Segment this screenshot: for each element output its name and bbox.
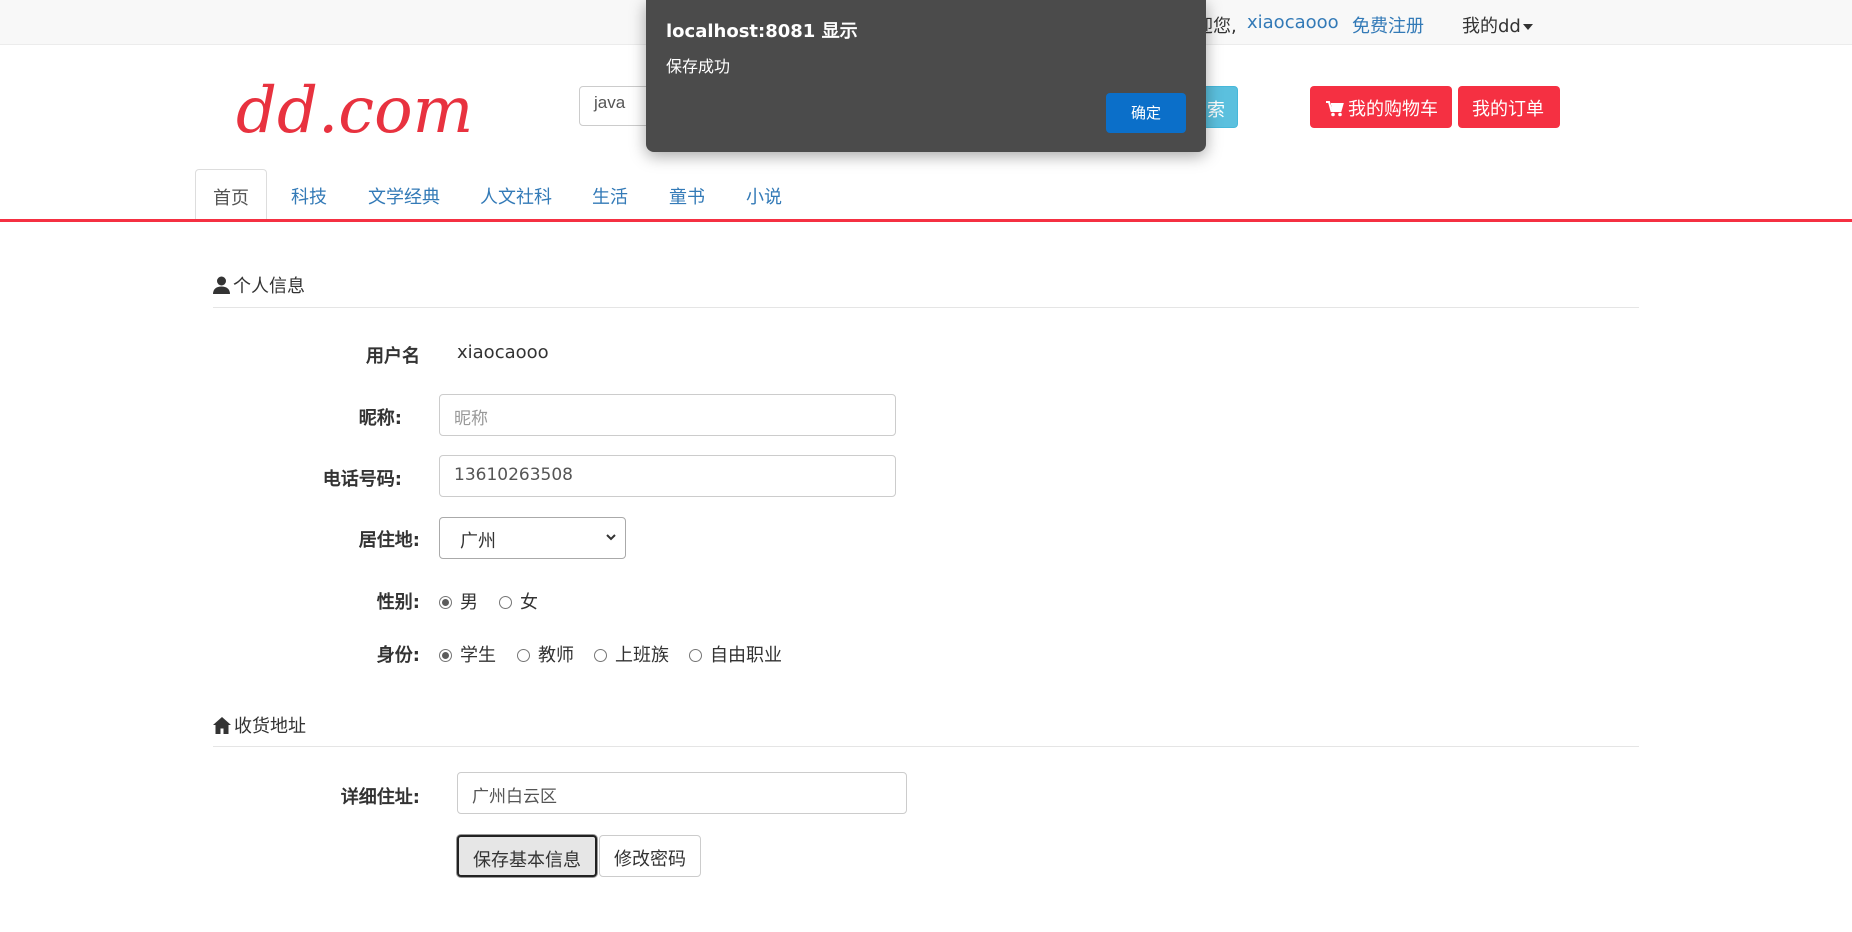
search-button-label: 索 <box>1207 100 1225 121</box>
detail-address-label: 详细住址: <box>340 787 420 808</box>
address-section-rule <box>213 746 1639 747</box>
nav-divider <box>0 219 1852 222</box>
profile-section-rule <box>213 307 1639 308</box>
orders-label: 我的订单 <box>1472 99 1544 120</box>
phone-field[interactable]: 13610263508 <box>439 455 896 497</box>
alert-dialog: localhost:8081 显示 保存成功 确定 <box>646 0 1206 152</box>
chevron-down-icon <box>606 534 616 541</box>
identity-option-label: 教师 <box>538 645 574 666</box>
cart-button[interactable]: 我的购物车 <box>1310 86 1452 128</box>
detail-address-field[interactable]: 广州白云区 <box>457 772 907 814</box>
identity-label: 身份: <box>376 645 420 666</box>
gender-label: 性别: <box>376 592 420 613</box>
identity-option-label: 学生 <box>460 645 496 666</box>
my-dd-dropdown[interactable]: 我的dd <box>1462 12 1533 38</box>
identity-option-office-worker[interactable]: 上班族 <box>594 641 669 667</box>
caret-down-icon <box>1522 24 1533 30</box>
address-title: 收货地址 <box>234 716 306 737</box>
radio-icon <box>439 596 452 609</box>
tab-humanities[interactable]: 人文社科 <box>480 169 552 221</box>
tab-literature[interactable]: 文学经典 <box>368 169 440 221</box>
identity-option-label: 上班族 <box>615 645 669 666</box>
residence-selected: 广州 <box>460 531 496 552</box>
radio-icon <box>499 596 512 609</box>
section-title-profile: 个人信息 <box>213 272 305 298</box>
nickname-label: 昵称: <box>358 408 402 429</box>
change-password-button[interactable]: 修改密码 <box>599 835 701 877</box>
tab-children[interactable]: 童书 <box>669 169 705 221</box>
gender-option-male[interactable]: 男 <box>439 588 478 614</box>
nickname-placeholder: 昵称 <box>454 409 488 429</box>
radio-icon <box>439 649 452 662</box>
user-icon <box>213 276 230 294</box>
dialog-title: localhost:8081 显示 <box>666 21 858 42</box>
logo-text: dd.com <box>236 74 473 146</box>
residence-label: 居住地: <box>358 530 420 551</box>
identity-option-teacher[interactable]: 教师 <box>517 641 574 667</box>
my-dd-label: 我的dd <box>1462 16 1521 37</box>
register-link[interactable]: 免费注册 <box>1352 12 1424 38</box>
identity-option-freelancer[interactable]: 自由职业 <box>689 641 782 667</box>
gender-option-label: 女 <box>520 592 538 613</box>
dialog-ok-button[interactable]: 确定 <box>1106 93 1186 133</box>
profile-title: 个人信息 <box>233 276 305 297</box>
identity-option-student[interactable]: 学生 <box>439 641 496 667</box>
cart-label: 我的购物车 <box>1348 99 1438 120</box>
dialog-message: 保存成功 <box>666 57 731 76</box>
phone-label: 电话号码: <box>322 469 402 490</box>
identity-option-label: 自由职业 <box>710 645 782 666</box>
radio-icon <box>594 649 607 662</box>
username-label: 用户名 <box>366 346 420 367</box>
site-logo[interactable]: dd.com <box>232 74 502 150</box>
home-icon <box>213 717 231 734</box>
tab-novel[interactable]: 小说 <box>746 169 782 221</box>
tab-home[interactable]: 首页 <box>195 169 267 221</box>
tab-life[interactable]: 生活 <box>592 169 628 221</box>
tab-tech[interactable]: 科技 <box>291 169 327 221</box>
username-link[interactable]: xiaocaooo <box>1247 12 1339 33</box>
gender-option-label: 男 <box>460 592 478 613</box>
gender-option-female[interactable]: 女 <box>499 588 538 614</box>
orders-button[interactable]: 我的订单 <box>1458 86 1560 128</box>
radio-icon <box>517 649 530 662</box>
shopping-cart-icon <box>1326 101 1344 117</box>
radio-icon <box>689 649 702 662</box>
logo-graphic: dd.com <box>236 74 473 148</box>
save-info-button[interactable]: 保存基本信息 <box>457 835 597 877</box>
section-title-address: 收货地址 <box>213 712 306 738</box>
nickname-field[interactable]: 昵称 <box>439 394 896 436</box>
username-value: xiaocaooo <box>457 342 549 363</box>
residence-select[interactable]: 广州 <box>439 517 626 559</box>
